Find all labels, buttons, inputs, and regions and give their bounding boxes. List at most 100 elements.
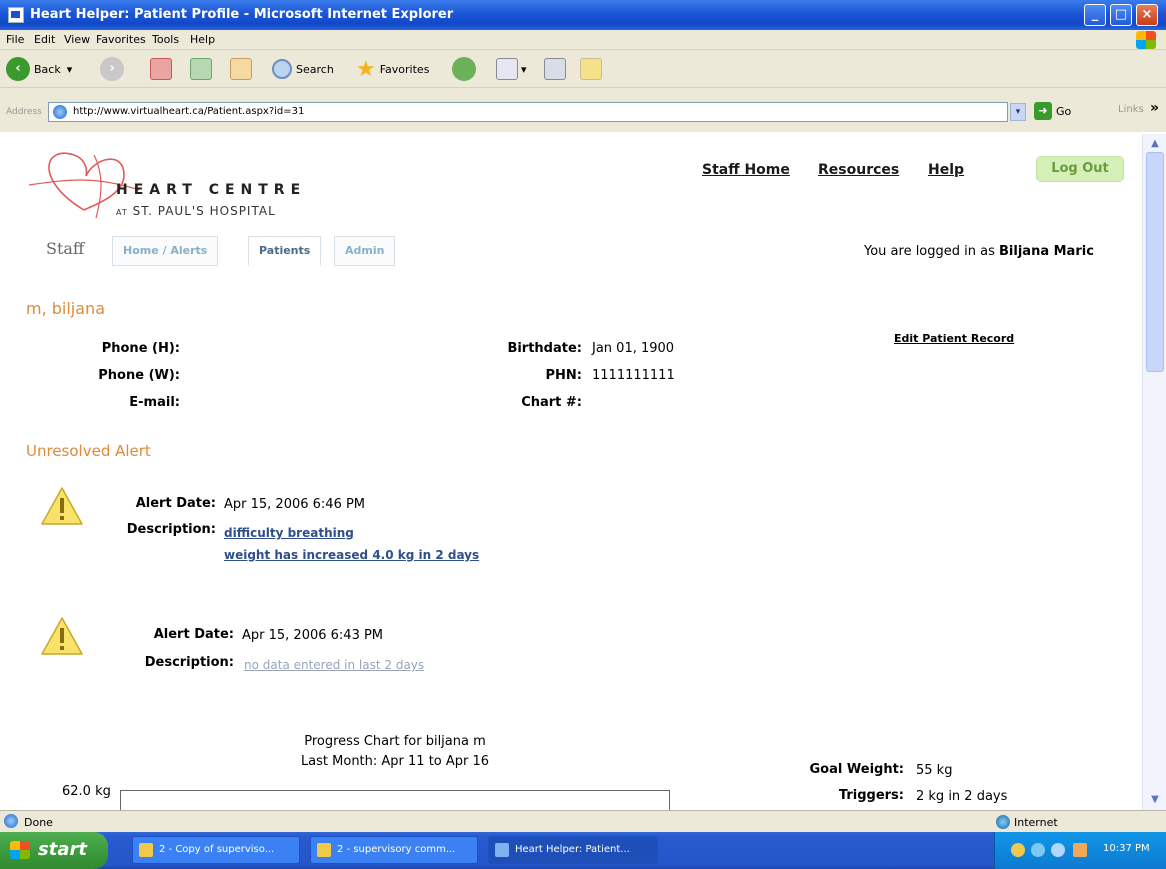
- menu-tools[interactable]: Tools: [152, 33, 179, 46]
- tab-home-alerts[interactable]: Home / Alerts: [112, 236, 219, 266]
- links-button[interactable]: Links: [1118, 104, 1144, 115]
- address-url[interactable]: http://www.virtualheart.ca/Patient.aspx?…: [73, 106, 304, 117]
- refresh-icon: [190, 58, 212, 80]
- staff-section-label: Staff: [46, 239, 85, 258]
- menu-file[interactable]: File: [6, 33, 24, 46]
- tray-volume-icon[interactable]: [1073, 843, 1087, 857]
- security-zone: Internet: [996, 815, 1058, 829]
- unresolved-alert-heading: Unresolved Alert: [26, 442, 151, 460]
- messenger-button[interactable]: [580, 55, 602, 83]
- logout-button[interactable]: Log Out: [1036, 156, 1124, 182]
- go-arrow-icon: ➜: [1034, 102, 1052, 120]
- clock[interactable]: 10:37 PM: [1103, 843, 1150, 854]
- chart-y-top-label: 62.0 kg: [62, 784, 111, 799]
- stop-button[interactable]: [150, 55, 172, 83]
- phone-w-label: Phone (W):: [98, 368, 180, 383]
- alert-description-label: Description:: [126, 522, 216, 537]
- phone-h-label: Phone (H):: [101, 341, 180, 356]
- search-icon: [272, 59, 292, 79]
- close-button[interactable]: ×: [1136, 4, 1158, 26]
- forward-arrow-icon: ›: [100, 57, 124, 81]
- taskbar-item-label: Heart Helper: Patient...: [515, 844, 630, 855]
- menu-view[interactable]: View: [64, 33, 90, 46]
- page-done-icon: [4, 814, 18, 828]
- window-title-bar[interactable]: Heart Helper: Patient Profile - Microsof…: [0, 0, 1166, 30]
- menu-help[interactable]: Help: [190, 33, 215, 46]
- windows-logo-icon: [1136, 31, 1156, 49]
- forward-button[interactable]: ›: [100, 55, 128, 83]
- alert-date-label: Alert Date:: [135, 496, 216, 511]
- start-label: start: [38, 839, 87, 860]
- goal-weight-value: 55 kg: [916, 763, 953, 778]
- home-button[interactable]: [230, 55, 252, 83]
- back-arrow-icon: ‹: [6, 57, 30, 81]
- edit-patient-record-link[interactable]: Edit Patient Record: [894, 332, 1014, 345]
- vertical-scrollbar[interactable]: ▲ ▼: [1142, 134, 1166, 810]
- nav-resources[interactable]: Resources: [818, 162, 899, 178]
- ie-app-icon[interactable]: [8, 7, 24, 23]
- maximize-button[interactable]: □: [1110, 4, 1132, 26]
- address-dropdown-icon[interactable]: ▾: [1010, 103, 1026, 121]
- logo-subtitle: AT ST. PAUL'S HOSPITAL: [116, 204, 276, 218]
- globe-icon: [996, 815, 1010, 829]
- menu-favorites[interactable]: Favorites: [96, 33, 146, 46]
- tray-messenger-icon[interactable]: [1051, 843, 1065, 857]
- logo-hospital-name: ST. PAUL'S HOSPITAL: [132, 204, 276, 218]
- goal-weight-label: Goal Weight:: [809, 762, 904, 777]
- page-icon: [53, 105, 67, 119]
- menu-bar: File Edit View Favorites Tools Help: [0, 30, 1166, 50]
- birthdate-value: Jan 01, 1900: [592, 341, 675, 356]
- logged-in-prefix: You are logged in as: [864, 244, 995, 259]
- favorites-label: Favorites: [379, 62, 430, 76]
- nav-staff-home[interactable]: Staff Home: [702, 162, 790, 178]
- alert-date-value: Apr 15, 2006 6:46 PM: [224, 497, 366, 512]
- refresh-button[interactable]: [190, 55, 212, 83]
- tab-patients[interactable]: Patients: [248, 236, 322, 266]
- print-button[interactable]: [544, 55, 566, 83]
- star-icon: ★: [356, 56, 376, 82]
- nav-help[interactable]: Help: [928, 162, 964, 178]
- alert-description-link[interactable]: difficulty breathing: [224, 526, 354, 540]
- tray-shield-icon[interactable]: [1011, 843, 1025, 857]
- taskbar-item[interactable]: 2 - Copy of superviso...: [132, 836, 300, 864]
- minimize-button[interactable]: _: [1084, 4, 1106, 26]
- scroll-up-icon[interactable]: ▲: [1147, 136, 1163, 152]
- go-label: Go: [1056, 104, 1072, 118]
- scroll-thumb[interactable]: [1146, 152, 1164, 372]
- address-bar: Address http://www.virtualheart.ca/Patie…: [0, 88, 1166, 132]
- alert-description-link[interactable]: no data entered in last 2 days: [244, 658, 424, 672]
- logged-in-user: Biljana Maric: [999, 244, 1094, 259]
- taskbar-item-label: 2 - supervisory comm...: [337, 844, 456, 855]
- progress-chart-title-line2: Last Month: Apr 11 to Apr 16: [300, 754, 490, 769]
- back-button[interactable]: ‹ Back ▾: [6, 55, 72, 83]
- stop-icon: [150, 58, 172, 80]
- warning-icon: [41, 617, 83, 655]
- favorites-button[interactable]: ★ Favorites: [356, 55, 429, 83]
- menu-edit[interactable]: Edit: [34, 33, 55, 46]
- links-chevron-icon[interactable]: »: [1150, 100, 1159, 116]
- alert-description-link[interactable]: weight has increased 4.0 kg in 2 days: [224, 548, 479, 562]
- mail-icon: [496, 58, 518, 80]
- mail-button[interactable]: ▾: [496, 55, 527, 83]
- tab-admin[interactable]: Admin: [334, 236, 396, 266]
- notes-icon: [580, 58, 602, 80]
- history-icon: [452, 57, 476, 81]
- address-input[interactable]: http://www.virtualheart.ca/Patient.aspx?…: [48, 102, 1008, 122]
- progress-chart-plot: [120, 790, 670, 810]
- history-button[interactable]: [452, 55, 480, 83]
- system-tray: 10:37 PM: [994, 832, 1166, 869]
- standard-toolbar: ‹ Back ▾ › Search ★ Favorites ▾: [0, 50, 1166, 88]
- taskbar-item-label: 2 - Copy of superviso...: [159, 844, 275, 855]
- back-dropdown-icon[interactable]: ▾: [67, 63, 73, 76]
- taskbar-item[interactable]: 2 - supervisory comm...: [310, 836, 478, 864]
- heart-centre-logo[interactable]: HEART CENTRE AT ST. PAUL'S HOSPITAL: [24, 140, 344, 220]
- taskbar-item[interactable]: Heart Helper: Patient...: [488, 836, 658, 864]
- tray-network-icon[interactable]: [1031, 843, 1045, 857]
- mail-dropdown-icon[interactable]: ▾: [521, 63, 527, 76]
- start-button[interactable]: start: [0, 832, 108, 869]
- go-button[interactable]: ➜ Go: [1034, 102, 1071, 120]
- phn-value: 1111111111: [592, 368, 675, 383]
- home-icon: [230, 58, 252, 80]
- scroll-down-icon[interactable]: ▼: [1147, 792, 1163, 808]
- search-button[interactable]: Search: [272, 55, 334, 83]
